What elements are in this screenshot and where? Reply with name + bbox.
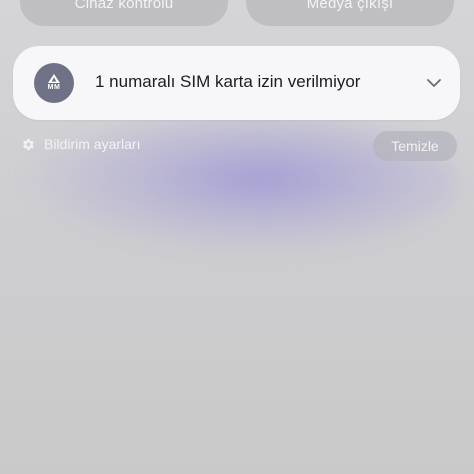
expand-button[interactable] (422, 71, 446, 95)
sim-notification-card[interactable]: MM 1 numaralı SIM karta izin verilmiyor (13, 46, 460, 120)
chevron-down-icon (427, 79, 441, 87)
media-output-button[interactable]: Medya çıkışı (246, 0, 454, 26)
sim-card-icon: MM (34, 63, 74, 103)
clear-button[interactable]: Temizle (373, 131, 457, 161)
device-control-button[interactable]: Cihaz kontrolü (20, 0, 228, 26)
notification-settings-link[interactable]: Bildirim ayarları (21, 136, 140, 152)
device-control-label: Cihaz kontrolü (74, 0, 174, 12)
media-output-label: Medya çıkışı (306, 0, 394, 12)
sim-icon-text: MM (47, 84, 61, 91)
clear-label: Temizle (391, 138, 439, 154)
gear-icon (23, 138, 34, 150)
notification-settings-label: Bildirim ayarları (44, 136, 141, 152)
notification-title: 1 numaralı SIM karta izin verilmiyor (95, 72, 361, 91)
signal-triangle-icon (48, 74, 60, 83)
